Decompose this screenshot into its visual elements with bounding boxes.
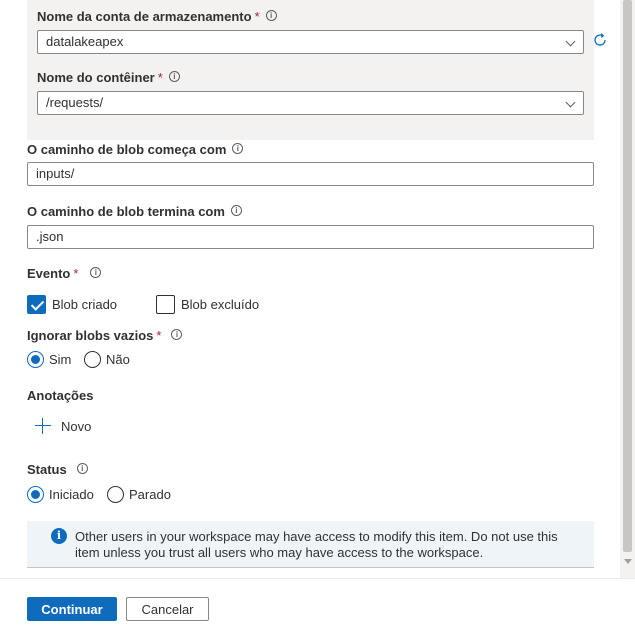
radio-selected[interactable] xyxy=(27,351,44,368)
info-icon: i xyxy=(51,528,67,544)
event-option-label: Blob excluído xyxy=(181,297,260,312)
blob-ends-label: O caminho de blob termina com i xyxy=(27,204,242,219)
radio-selected[interactable] xyxy=(27,486,44,503)
chevron-down-icon xyxy=(565,36,576,47)
ignore-empty-yes[interactable]: Sim xyxy=(27,351,71,368)
ignore-empty-no[interactable]: Não xyxy=(84,351,130,368)
ignore-empty-label: Ignorar blobs vazios * i xyxy=(27,328,183,343)
blob-begins-label: O caminho de blob começa com i xyxy=(27,142,244,157)
info-icon[interactable]: i xyxy=(232,143,244,154)
container-value: /requests/ xyxy=(46,95,104,110)
storage-account-dropdown[interactable]: datalakeapex xyxy=(37,30,584,54)
required-asterisk: * xyxy=(156,328,162,343)
checkbox-unchecked[interactable] xyxy=(156,295,175,314)
storage-group: Nome da conta de armazenamento * i datalak… xyxy=(27,0,594,140)
info-icon[interactable]: i xyxy=(90,267,102,278)
info-icon[interactable]: i xyxy=(230,205,242,216)
container-label: Nome do contêiner * i xyxy=(37,70,180,85)
refresh-icon[interactable] xyxy=(592,32,608,48)
container-dropdown[interactable]: /requests/ xyxy=(37,91,584,115)
storage-account-label: Nome da conta de armazenamento * i xyxy=(37,9,277,24)
scrollbar-thumb[interactable] xyxy=(623,0,632,552)
radio-option-label: Parado xyxy=(129,487,171,502)
form-scroll-area[interactable]: Nome da conta de armazenamento * i datalak… xyxy=(0,0,620,578)
radio-option-label: Não xyxy=(106,352,130,367)
info-icon[interactable]: i xyxy=(171,329,183,340)
scroll-down-arrow-icon[interactable] xyxy=(624,559,632,564)
radio-unselected[interactable] xyxy=(84,351,101,368)
event-blob-created[interactable]: Blob criado xyxy=(27,295,117,314)
event-blob-deleted[interactable]: Blob excluído xyxy=(156,295,259,314)
annotations-label: Anotações xyxy=(27,388,94,403)
chevron-down-icon xyxy=(565,97,576,108)
blob-begins-value: inputs/ xyxy=(36,166,75,181)
info-message-text: Other users in your workspace may have a… xyxy=(75,529,558,560)
info-icon[interactable]: i xyxy=(168,71,180,82)
radio-option-label: Sim xyxy=(49,352,72,367)
status-label: Status i xyxy=(27,462,88,477)
storage-account-value: datalakeapex xyxy=(46,34,124,49)
blob-begins-input[interactable]: inputs/ xyxy=(27,162,594,186)
checkbox-checked[interactable] xyxy=(27,295,46,314)
event-label: Evento * i xyxy=(27,266,102,281)
required-asterisk: * xyxy=(157,70,163,85)
blob-ends-value: .json xyxy=(36,229,64,244)
radio-unselected[interactable] xyxy=(107,486,124,503)
blob-ends-input[interactable]: .json xyxy=(27,225,594,249)
continue-button[interactable]: Continuar xyxy=(27,597,117,621)
required-asterisk: * xyxy=(254,9,260,24)
info-message-bar: i Other users in your workspace may have… xyxy=(27,521,594,568)
radio-option-label: Iniciado xyxy=(49,487,94,502)
info-icon[interactable]: i xyxy=(265,10,277,21)
add-annotation-label: Novo xyxy=(61,418,92,434)
status-started[interactable]: Iniciado xyxy=(27,486,94,503)
event-option-label: Blob criado xyxy=(52,297,118,312)
cancel-button[interactable]: Cancelar xyxy=(126,597,209,621)
required-asterisk: * xyxy=(73,266,79,281)
info-icon[interactable]: i xyxy=(76,463,88,474)
plus-icon xyxy=(35,418,51,434)
dialog-footer: Continuar Cancelar xyxy=(0,578,635,633)
vertical-scrollbar[interactable] xyxy=(620,0,635,578)
add-annotation-button[interactable]: Novo xyxy=(35,418,91,434)
status-stopped[interactable]: Parado xyxy=(107,486,171,503)
